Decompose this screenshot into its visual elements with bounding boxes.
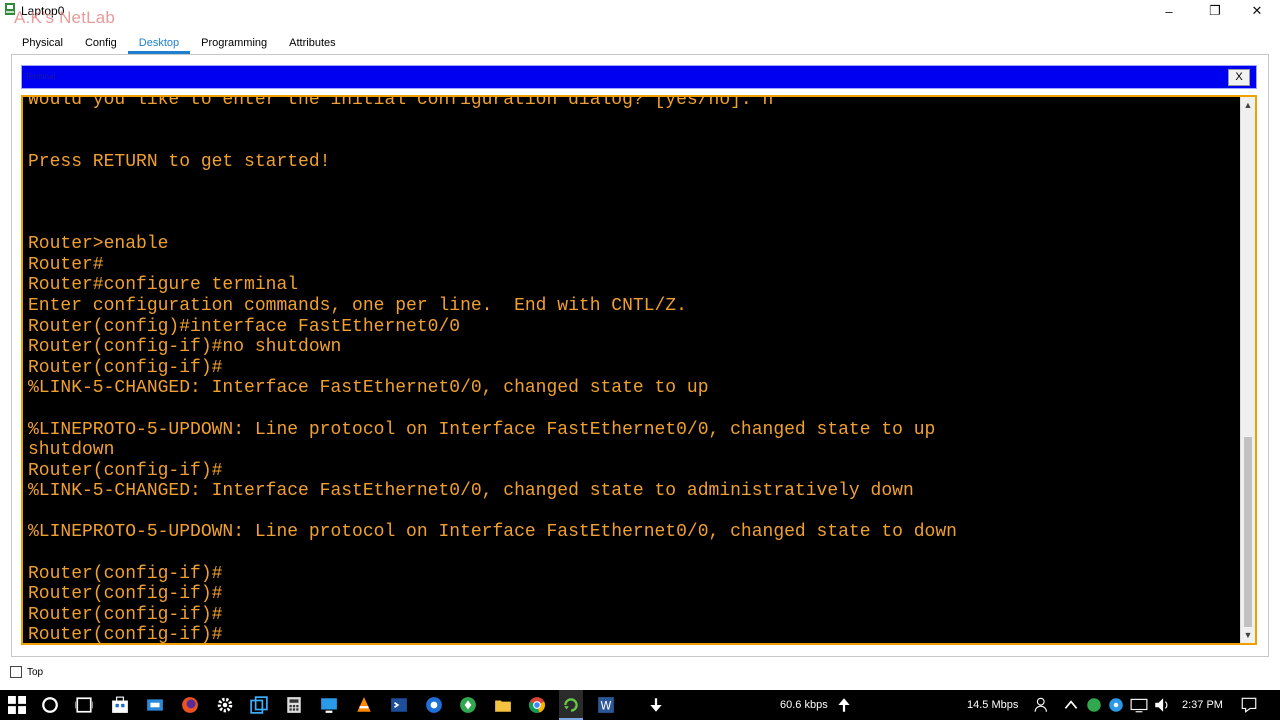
search-icon[interactable] [41,696,59,714]
store-icon[interactable] [111,696,129,714]
display-icon[interactable] [1130,696,1148,714]
tab-config[interactable]: Config [74,32,128,54]
browser-icon[interactable] [425,696,443,714]
scroll-down-icon[interactable]: ▼ [1241,628,1255,642]
minimize-button[interactable]: – [1146,0,1192,22]
terminal-line: shutdown [28,440,115,461]
window-titlebar: Laptop0 A.K's NetLab – ❐ ✕ [0,0,1280,27]
folder-icon[interactable] [494,696,512,714]
terminal-line: %LINK-5-CHANGED: Interface FastEthernet0… [28,481,914,502]
terminal-line: Router>enable [28,234,169,255]
terminal-line: Router# [28,254,104,275]
scroll-thumb[interactable] [1244,437,1252,627]
device-tabs: Physical Config Desktop Programming Attr… [11,32,347,54]
terminal-line: Router(config-if)# [28,357,223,378]
top-checkbox-label: Top [27,667,44,678]
clock[interactable]: 2:37 PM [1182,699,1223,711]
terminal-line: Router(config-if)# [28,584,223,605]
settings-icon[interactable] [216,696,234,714]
terminal-line: %LINEPROTO-5-UPDOWN: Line protocol on In… [28,419,936,440]
svg-text:W: W [600,700,611,713]
close-window-button[interactable]: ✕ [1234,0,1280,22]
terminal-line: Router(config-if)#no shutdown [28,337,342,358]
monitor-icon[interactable] [320,696,338,714]
tab-desktop[interactable]: Desktop [127,32,191,54]
scroll-up-icon[interactable]: ▲ [1241,98,1255,112]
terminal-line: Enter configuration commands, one per li… [28,295,687,316]
tray-browser-icon[interactable] [1107,696,1125,714]
terminal-line: Press RETURN to get started! [28,151,331,172]
copy-icon[interactable] [250,696,268,714]
word-icon[interactable]: W [597,696,615,714]
terminal-lines: Would you like to enter the initial conf… [28,95,1238,645]
packet-tracer-icon[interactable] [562,696,580,714]
terminal-close-button[interactable]: X [1228,69,1250,86]
network-icon[interactable] [146,696,164,714]
notification-icon[interactable] [1240,696,1258,714]
terminal-header: Terminal X [21,65,1257,89]
terminal-line: %LINK-5-CHANGED: Interface FastEthernet0… [28,378,709,399]
terminal-scrollbar[interactable]: ▲ ▼ [1240,97,1255,643]
task-view-icon[interactable] [75,696,93,714]
top-checkbox[interactable] [10,666,22,678]
tab-physical[interactable]: Physical [11,32,74,54]
restore-button[interactable]: ❐ [1192,0,1238,22]
terminal-icon[interactable] [390,696,408,714]
terminal-header-label: Terminal [25,72,56,81]
terminal-line: %LINEPROTO-5-UPDOWN: Line protocol on In… [28,522,957,543]
download-icon[interactable] [647,696,665,714]
terminal-line: Router(config-if)# [28,625,223,645]
volume-icon[interactable] [1153,696,1171,714]
download-speed: 14.5 Mbps [967,699,1019,711]
terminal-line: Would you like to enter the initial conf… [28,95,774,110]
calculator-icon[interactable] [285,696,303,714]
app-icon[interactable] [459,696,477,714]
windows-start-icon[interactable] [8,696,26,714]
tab-programming[interactable]: Programming [190,32,278,54]
terminal-line: Router#configure terminal [28,275,299,296]
tab-attributes[interactable]: Attributes [278,32,346,54]
chrome-icon[interactable] [528,696,546,714]
terminal-output[interactable]: Would you like to enter the initial conf… [21,95,1257,645]
chevron-up-icon[interactable] [1062,696,1080,714]
taskbar: W 60.6 kbps 14.5 Mbps 2:37 PM [0,690,1280,720]
upload-arrow-icon [838,698,850,712]
tray-app-icon[interactable] [1085,696,1103,714]
firefox-icon[interactable] [181,696,199,714]
upload-speed: 60.6 kbps [780,699,828,711]
watermark-text: A.K's NetLab [14,8,116,27]
terminal-line: Router(config)#interface FastEthernet0/0 [28,316,461,337]
people-icon[interactable] [1034,696,1052,714]
terminal-line: Router(config-if)# [28,563,223,584]
vlc-icon[interactable] [355,696,373,714]
terminal-line: Router(config-if)# [28,604,223,625]
terminal-line: Router(config-if)# [28,460,223,481]
